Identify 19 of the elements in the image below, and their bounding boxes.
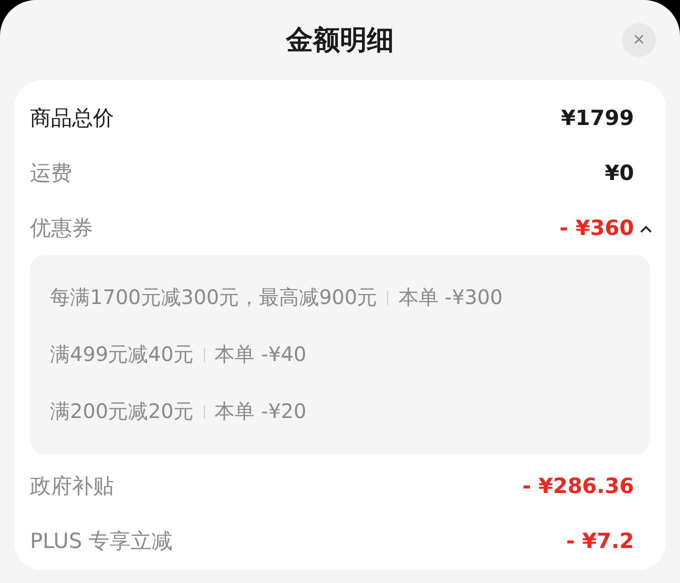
row-label: 政府补贴 xyxy=(30,472,114,500)
row-label: 运费 xyxy=(30,160,72,186)
row-amount: ¥0 xyxy=(604,160,634,184)
coupon-rule: 每满1700元减300元，最高减900元 xyxy=(50,284,378,311)
close-button[interactable]: × xyxy=(622,23,656,57)
row-amount: ¥1799 xyxy=(560,106,634,130)
row-amount: - ¥286.36 xyxy=(522,474,634,498)
coupon-rule: 满200元减20元 xyxy=(50,398,194,425)
coupon-amount: 本单 -¥300 xyxy=(398,284,503,311)
row-amount: - ¥360 xyxy=(560,216,634,240)
chevron-icon[interactable] xyxy=(640,224,652,232)
sheet-title: 金额明细 xyxy=(286,24,394,58)
coupon-rule: 满499元减40元 xyxy=(50,341,194,368)
row-amount: - ¥7.2 xyxy=(566,528,634,552)
coupon-amount: 本单 -¥20 xyxy=(214,398,306,425)
row-label: 商品总价 xyxy=(30,104,114,132)
row-label: PLUS 专享立减 xyxy=(30,528,173,554)
coupon-amount: 本单 -¥40 xyxy=(214,341,306,368)
row-label: 优惠券 xyxy=(30,214,93,242)
